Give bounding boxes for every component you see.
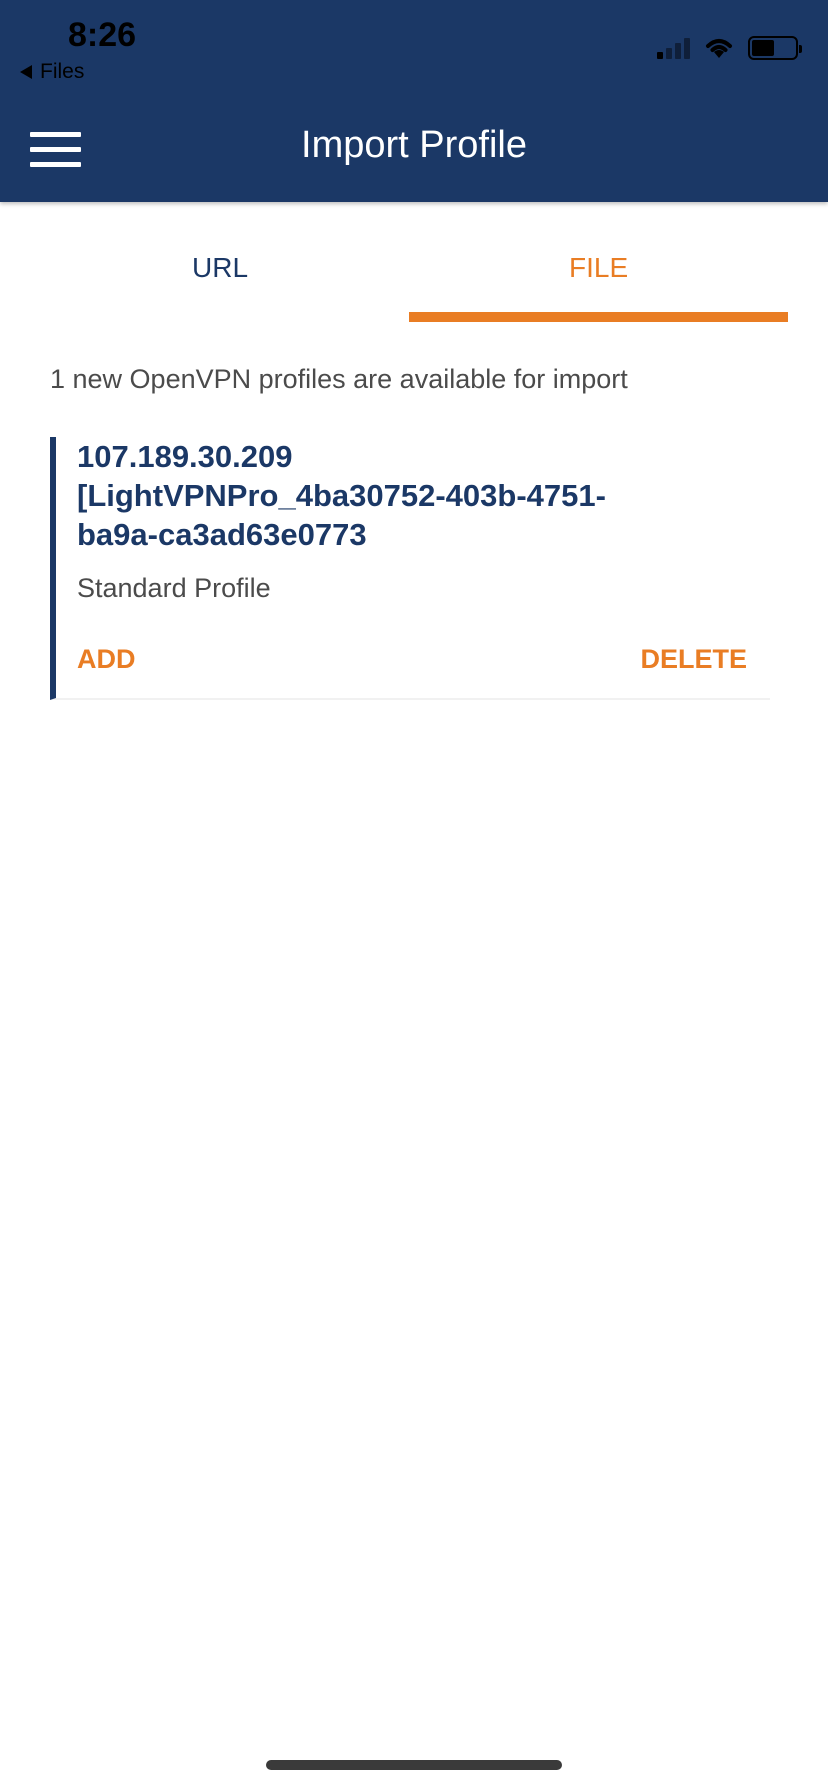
- battery-icon: [748, 36, 802, 60]
- profile-type: Standard Profile: [77, 573, 271, 603]
- back-to-files-button[interactable]: Files: [20, 60, 84, 84]
- add-profile-button[interactable]: ADD: [77, 644, 136, 675]
- back-arrow-icon: [20, 65, 32, 79]
- profile-name: 107.189.30.209 [LightVPNPro_4ba30752-403…: [77, 437, 757, 554]
- tab-file[interactable]: FILE: [569, 252, 628, 284]
- page-title: Import Profile: [301, 124, 527, 166]
- tab-url[interactable]: URL: [192, 252, 248, 284]
- profile-name-line: [LightVPNPro_4ba30752-403b-4751-: [77, 478, 606, 513]
- wifi-icon: [706, 39, 732, 58]
- profile-name-line: ba9a-ca3ad63e0773: [77, 517, 367, 552]
- profile-name-line: 107.189.30.209: [77, 439, 293, 474]
- app-header: 8:26 Files Import Profile: [0, 0, 828, 202]
- profile-card: 107.189.30.209 [LightVPNPro_4ba30752-403…: [50, 437, 770, 700]
- home-indicator[interactable]: [266, 1760, 562, 1770]
- active-tab-indicator: [409, 312, 788, 322]
- profiles-available-text: 1 new OpenVPN profiles are available for…: [50, 364, 628, 394]
- status-icons: [657, 36, 802, 60]
- cellular-signal-icon: [657, 37, 690, 59]
- back-app-label: Files: [40, 60, 85, 83]
- status-time: 8:26: [68, 16, 137, 54]
- delete-profile-button[interactable]: DELETE: [640, 644, 747, 675]
- import-tabs: URL FILE: [0, 202, 828, 326]
